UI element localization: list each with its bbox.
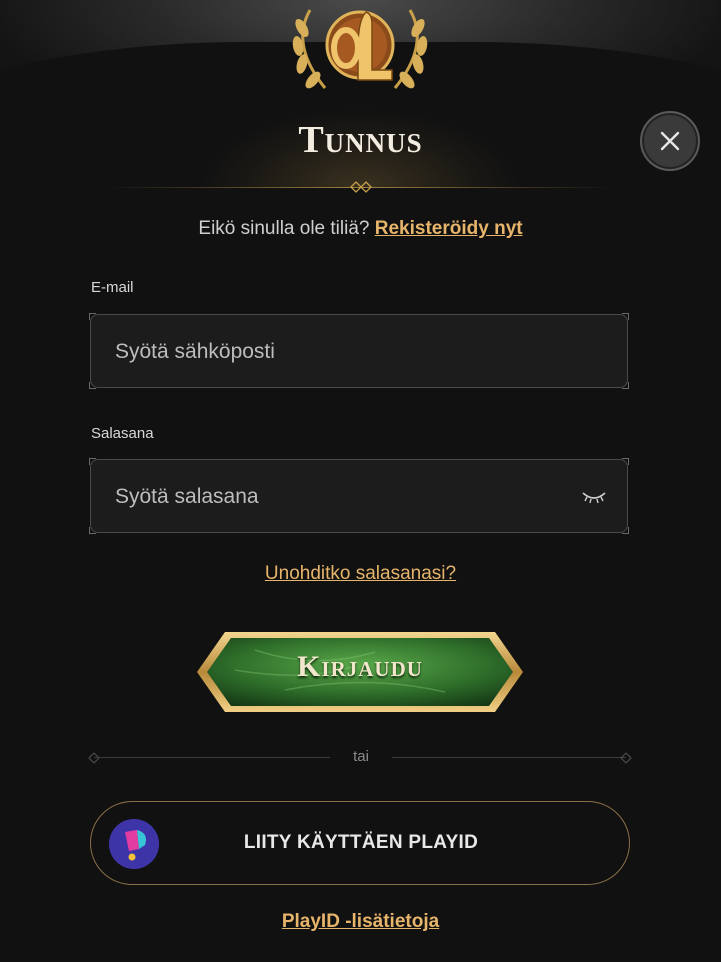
login-modal: Tunnus Eikö sinulla ole tiliä? Rekisterö… bbox=[0, 0, 721, 962]
separator-dot bbox=[88, 752, 100, 764]
email-field[interactable] bbox=[113, 315, 557, 389]
or-separator: tai bbox=[88, 748, 632, 768]
password-field[interactable] bbox=[113, 460, 557, 534]
separator-line-left bbox=[94, 757, 330, 758]
corner-decoration bbox=[622, 382, 629, 389]
email-field-box bbox=[89, 313, 629, 389]
or-text: tai bbox=[353, 748, 369, 765]
close-button[interactable] bbox=[640, 111, 700, 171]
eye-closed-icon[interactable] bbox=[581, 487, 607, 507]
email-label: E-mail bbox=[91, 279, 134, 296]
separator-dot bbox=[620, 752, 632, 764]
register-link[interactable]: Rekisteröidy nyt bbox=[375, 218, 523, 239]
playid-button-label: LIITY KÄYTTÄEN PLAYID bbox=[243, 832, 479, 853]
corner-decoration bbox=[89, 313, 96, 320]
modal-title: Tunnus bbox=[298, 119, 423, 161]
brand-logo-icon bbox=[292, 9, 428, 89]
playid-info-link[interactable]: PlayID -lisätietoja bbox=[0, 911, 721, 933]
corner-decoration bbox=[89, 382, 96, 389]
separator-line-right bbox=[392, 757, 626, 758]
password-field-box bbox=[89, 458, 629, 534]
register-prompt-text: Eikö sinulla ole tiliä? bbox=[198, 218, 370, 239]
corner-decoration bbox=[89, 527, 96, 534]
corner-decoration bbox=[622, 458, 629, 465]
corner-decoration bbox=[622, 313, 629, 320]
divider-ornament-icon bbox=[350, 181, 372, 193]
corner-decoration bbox=[89, 458, 96, 465]
password-label: Salasana bbox=[91, 425, 154, 442]
forgot-password-link[interactable]: Unohditko salasanasi? bbox=[0, 563, 721, 585]
playid-button[interactable]: LIITY KÄYTTÄEN PLAYID bbox=[90, 801, 630, 885]
login-button[interactable] bbox=[195, 630, 525, 714]
close-icon bbox=[660, 131, 680, 151]
corner-decoration bbox=[622, 527, 629, 534]
register-prompt-row: Eikö sinulla ole tiliä? Rekisteröidy nyt bbox=[0, 218, 721, 240]
